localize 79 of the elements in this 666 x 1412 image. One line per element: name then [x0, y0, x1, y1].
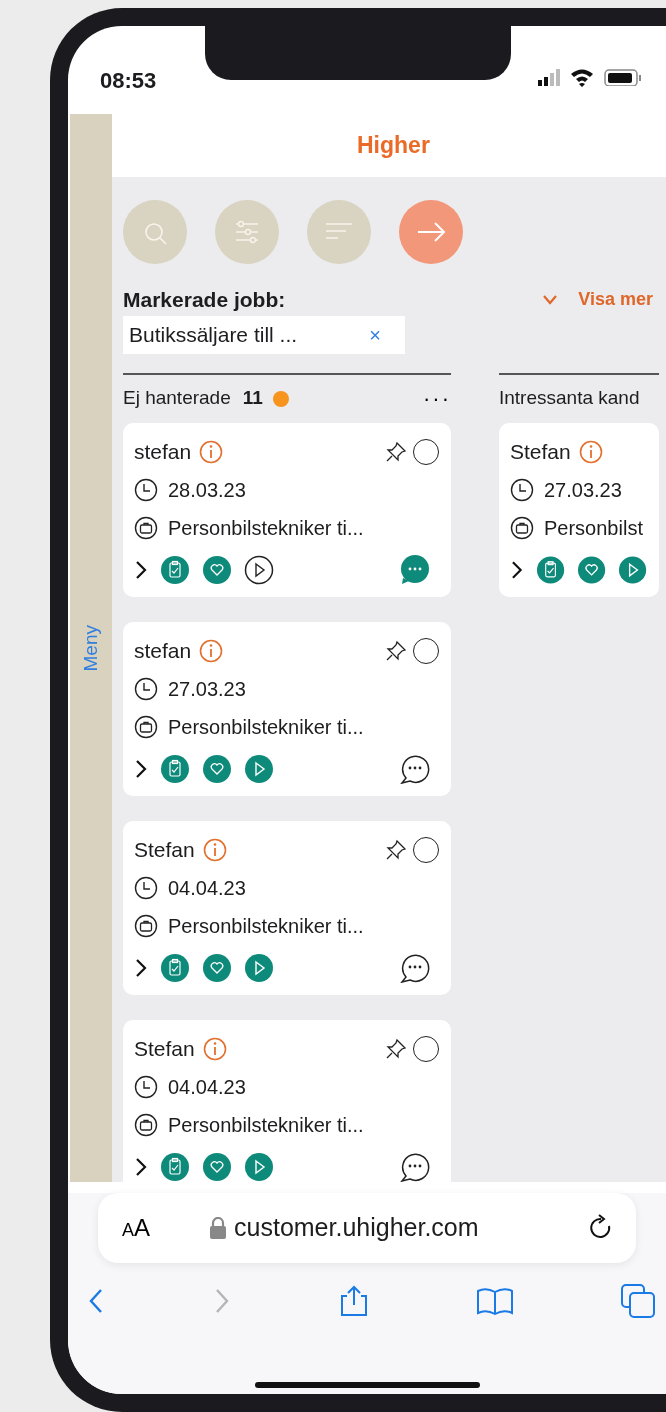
info-icon[interactable] [202, 837, 227, 862]
column-title: Intressanta kand [499, 386, 640, 411]
date-text: 27.03.23 [544, 477, 622, 503]
briefcase-icon [510, 515, 534, 540]
briefcase-icon [134, 913, 158, 938]
text-size-button[interactable]: AA [122, 1210, 151, 1246]
select-checkbox[interactable] [413, 1035, 439, 1062]
status-time: 08:53 [100, 68, 157, 93]
clock-icon [134, 1074, 158, 1099]
clock-icon [510, 477, 534, 502]
column-title: Ej hanterade [123, 386, 231, 411]
select-checkbox[interactable] [413, 836, 439, 863]
job-title: Personbilstekniker ti... [168, 714, 364, 740]
lock-icon [210, 1217, 227, 1239]
info-icon[interactable] [578, 439, 603, 464]
select-checkbox[interactable] [413, 637, 439, 664]
briefcase-icon [134, 1112, 158, 1137]
clipboard-icon[interactable] [160, 952, 190, 983]
date-text: 04.04.23 [168, 1074, 246, 1100]
briefcase-icon [134, 714, 158, 739]
chat-icon[interactable] [399, 952, 431, 983]
more-button[interactable]: ··· [423, 382, 451, 415]
candidate-name: Stefan [510, 438, 571, 465]
address-bar[interactable]: AA customer.uhigher.com [98, 1193, 636, 1263]
info-icon[interactable] [202, 1036, 227, 1061]
date-text: 27.03.23 [168, 676, 246, 702]
pin-icon[interactable] [385, 440, 407, 463]
select-checkbox[interactable] [413, 438, 439, 465]
chevron-right-icon[interactable] [134, 956, 148, 979]
job-title: Personbilstekniker ti... [168, 913, 364, 939]
candidate-card[interactable]: Stefan 04.04.23 Personbilstekniker ti... [123, 820, 451, 995]
job-title: Personbilstekniker ti... [168, 515, 364, 541]
pin-icon[interactable] [385, 838, 407, 861]
chevron-down-icon [542, 293, 559, 306]
clock-icon [134, 676, 158, 701]
clipboard-icon[interactable] [160, 554, 190, 585]
candidate-card[interactable]: Stefan 27.03.23 Personbilst [499, 422, 659, 597]
book-icon [476, 1286, 514, 1316]
share-button[interactable] [338, 1285, 370, 1317]
info-icon[interactable] [199, 439, 224, 464]
tabs-button[interactable] [620, 1283, 656, 1319]
chevron-right-icon[interactable] [134, 558, 148, 581]
clock-icon [134, 477, 158, 502]
candidate-name: Stefan [134, 836, 195, 863]
chevron-right-icon[interactable] [134, 1155, 148, 1178]
chevron-right-icon[interactable] [134, 757, 148, 780]
logo-text: Higher [357, 131, 430, 161]
candidate-name: stefan [134, 637, 192, 664]
remove-button[interactable]: × [369, 319, 399, 350]
pin-icon[interactable] [385, 1037, 407, 1060]
date-text: 28.03.23 [168, 477, 246, 503]
clock-icon [134, 875, 158, 900]
battery-icon [604, 69, 641, 86]
play-icon[interactable] [244, 554, 274, 585]
candidate-card[interactable]: Stefan 04.04.23 Personbilstekniker ti... [123, 1019, 451, 1182]
chat-icon[interactable] [399, 753, 431, 784]
date-text: 04.04.23 [168, 875, 246, 901]
candidate-card[interactable]: stefan 27.03.23 Personbilstekniker ti... [123, 621, 451, 796]
candidate-name: Stefan [134, 1035, 195, 1062]
candidate-card[interactable]: stefan 28.03.23 Personbilstekniker ti... [123, 422, 451, 597]
wifi-icon [570, 68, 594, 87]
clipboard-icon[interactable] [160, 1151, 190, 1182]
info-icon[interactable] [199, 638, 224, 663]
job-title: Personbilstekniker ti... [168, 1112, 364, 1138]
clipboard-icon[interactable] [535, 554, 565, 585]
share-icon [338, 1285, 370, 1317]
job-title: Personbilst [544, 515, 643, 541]
clipboard-icon[interactable] [160, 753, 190, 784]
chat-icon[interactable] [399, 1151, 431, 1182]
count-text: 11 [242, 386, 263, 411]
section-label: Markerade jobb: [123, 287, 286, 313]
tabs-icon [620, 1283, 656, 1319]
signal-icon [538, 68, 560, 87]
briefcase-icon [134, 515, 158, 540]
chip-label: Butikssäljare till ... [129, 321, 298, 348]
bookmarks-button[interactable] [476, 1286, 514, 1316]
pin-icon[interactable] [385, 639, 407, 662]
url-text: customer.uhigher.com [234, 1212, 479, 1244]
candidate-name: stefan [134, 438, 192, 465]
